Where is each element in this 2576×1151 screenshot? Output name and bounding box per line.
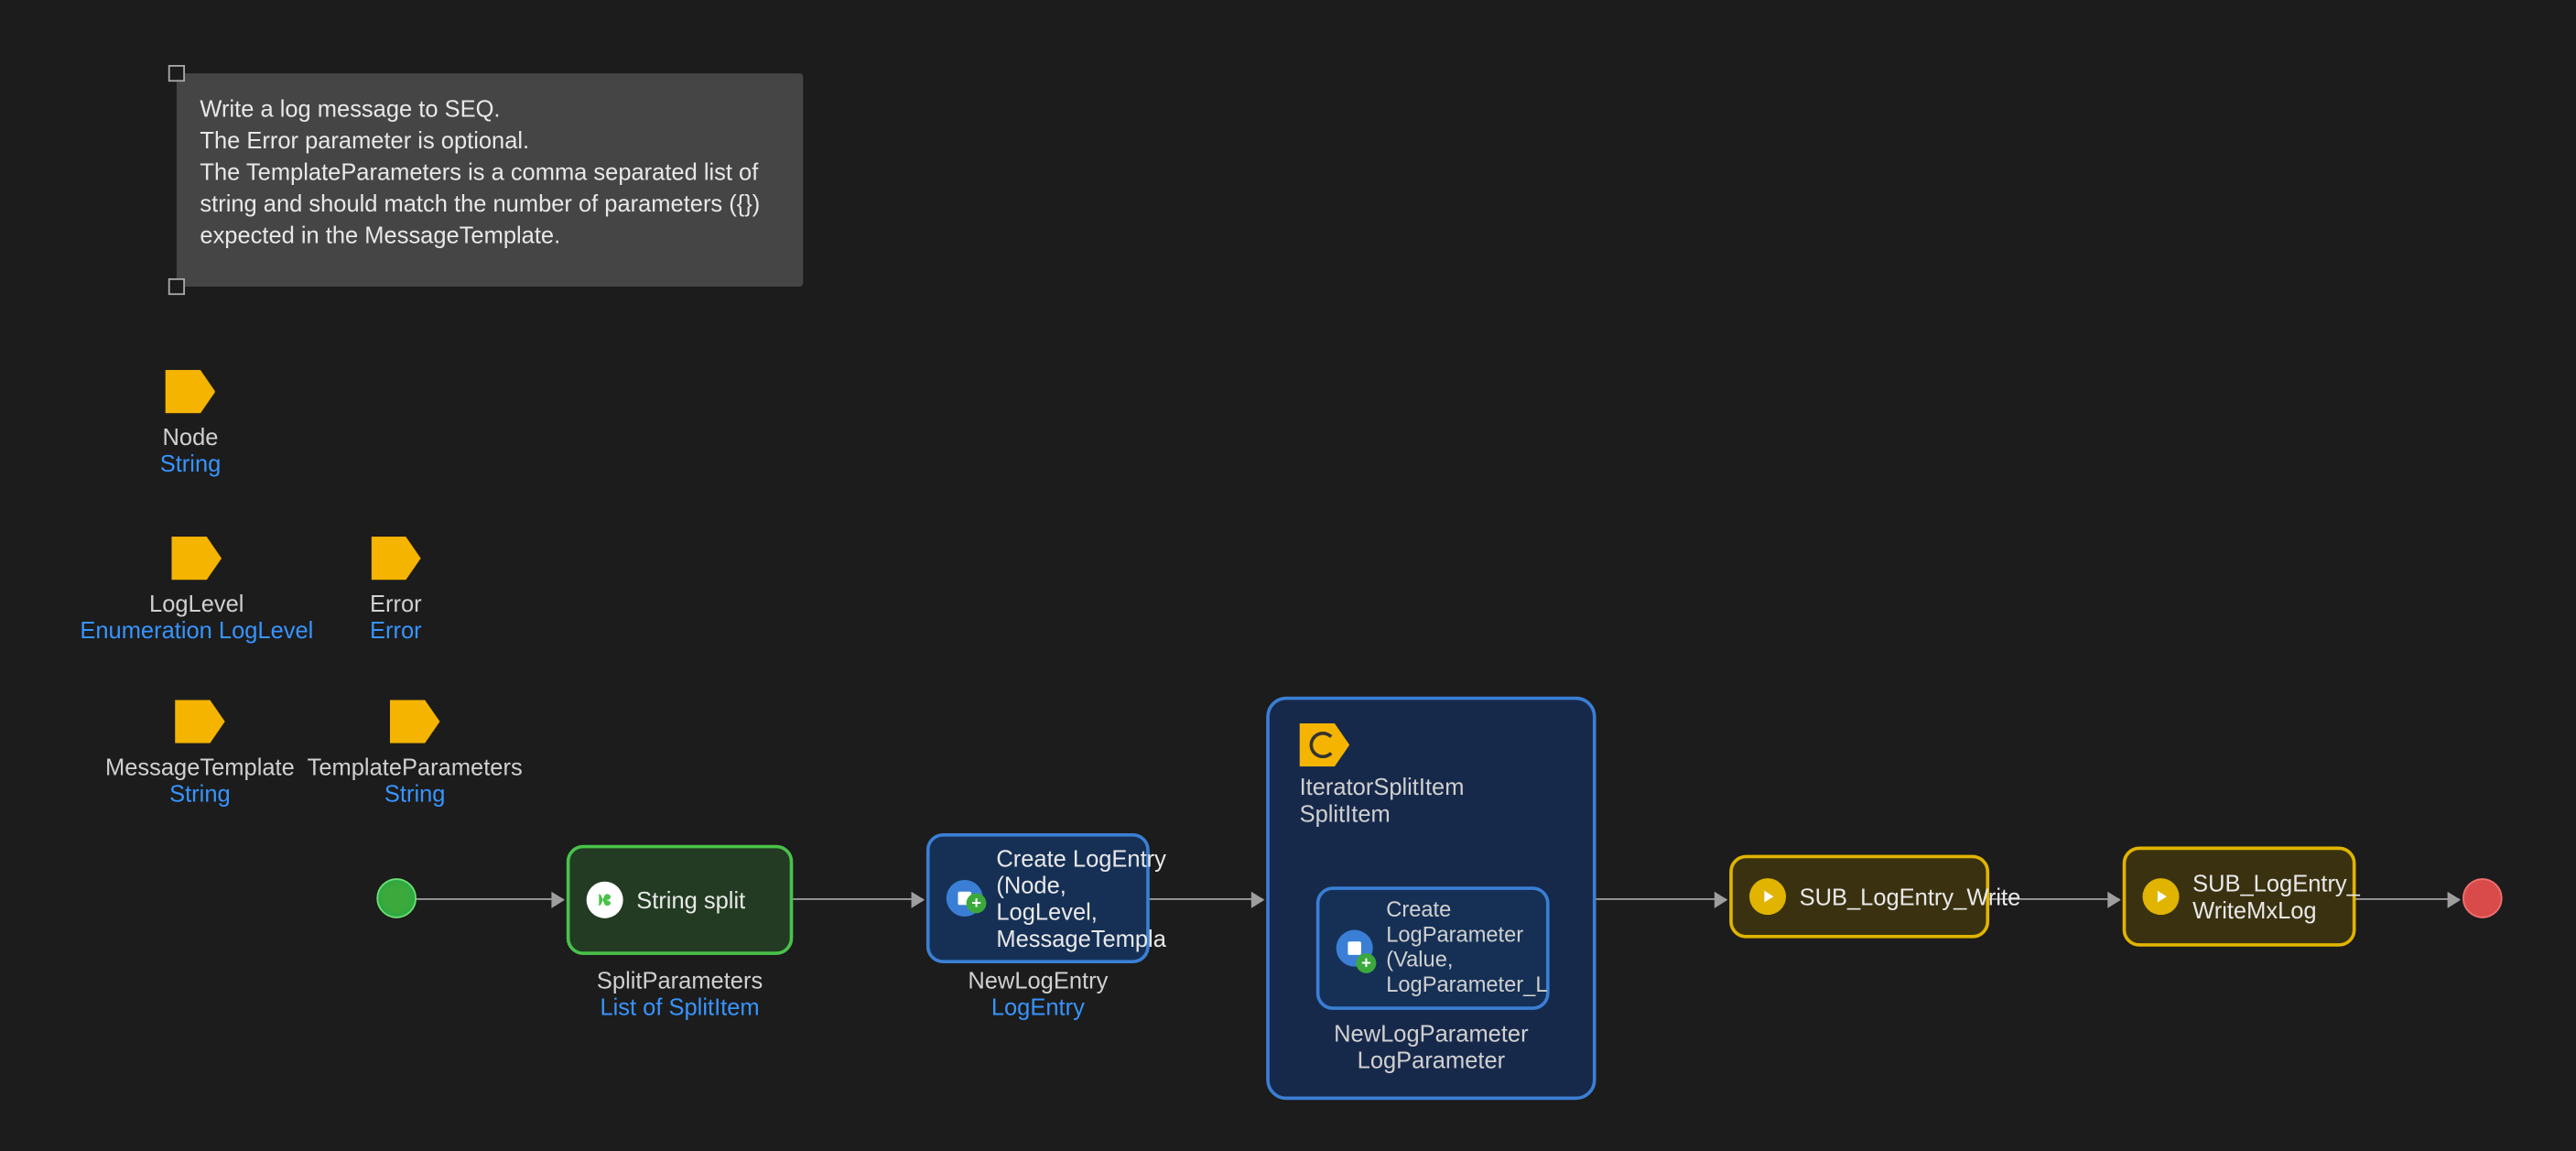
parameter-icon	[166, 370, 216, 413]
output-type: List of SplitItem	[567, 994, 794, 1020]
resize-handle-top-left[interactable]	[168, 65, 185, 81]
param-name: LogLevel	[80, 590, 313, 616]
iterator-type: SplitItem	[1300, 800, 1465, 827]
output-name: SplitParameters	[567, 967, 794, 994]
activity-output: NewLogEntry LogEntry	[926, 967, 1150, 1020]
flow-arrow[interactable]	[2355, 898, 2459, 900]
activity-create-logparameter[interactable]: + Create LogParameter (Value, LogParamet…	[1316, 886, 1550, 1010]
annotation-line: The TemplateParameters is a comma separa…	[200, 157, 779, 251]
activity-sub-logentry-write[interactable]: SUB_LogEntry_Write	[1729, 855, 1989, 939]
annotation-comment[interactable]: Write a log message to SEQ. The Error pa…	[177, 73, 803, 287]
microflow-call-icon	[2143, 878, 2180, 915]
param-name: Error	[370, 590, 422, 616]
activity-label: Create LogParameter (Value, LogParameter…	[1386, 898, 1547, 998]
annotation-line: The Error parameter is optional.	[200, 125, 779, 156]
plus-badge-icon: +	[1356, 953, 1376, 973]
param-templateparameters[interactable]: TemplateParameters String	[307, 700, 524, 806]
param-name: Node	[160, 423, 222, 450]
param-loglevel[interactable]: LogLevel Enumeration LogLevel	[80, 537, 313, 643]
param-name: TemplateParameters	[307, 754, 524, 780]
output-type: LogParameter	[1270, 1047, 1593, 1073]
param-error[interactable]: Error Error	[370, 537, 422, 643]
microflow-call-icon	[1749, 878, 1786, 915]
param-type: String	[100, 780, 299, 807]
annotation-line: Write a log message to SEQ.	[200, 93, 779, 125]
flow-arrow[interactable]	[417, 898, 563, 900]
param-type: Error	[370, 616, 422, 643]
param-messagetemplate[interactable]: MessageTemplate String	[100, 700, 299, 806]
iterator-icon	[1300, 723, 1350, 766]
activity-string-split[interactable]: String split	[567, 845, 794, 955]
end-event[interactable]	[2462, 878, 2503, 918]
parameter-icon	[371, 537, 421, 580]
activity-label: Create LogEntry (Node, LogLevel, Message…	[996, 844, 1166, 951]
flow-arrow[interactable]	[1150, 898, 1263, 900]
parameter-icon	[390, 700, 440, 743]
activity-label: SUB_LogEntry_ WriteMxLog	[2192, 870, 2360, 924]
parameter-icon	[171, 537, 222, 580]
param-node[interactable]: Node String	[160, 370, 222, 476]
activity-label: SUB_LogEntry_Write	[1800, 884, 2021, 910]
start-event[interactable]	[376, 878, 417, 918]
output-name: NewLogParameter	[1270, 1020, 1593, 1047]
activity-output: NewLogParameter LogParameter	[1270, 1020, 1593, 1073]
param-name: MessageTemplate	[100, 754, 299, 780]
param-type: String	[160, 450, 222, 476]
param-type: Enumeration LogLevel	[80, 616, 313, 643]
output-name: NewLogEntry	[926, 967, 1150, 994]
iterator-name: IteratorSplitItem	[1300, 773, 1465, 799]
param-type: String	[307, 780, 524, 807]
resize-handle-bottom-left[interactable]	[168, 278, 185, 295]
loop-iterator: IteratorSplitItem SplitItem	[1300, 723, 1465, 827]
microflow-canvas[interactable]: Write a log message to SEQ. The Error pa…	[0, 0, 2576, 1151]
plus-badge-icon: +	[967, 894, 987, 914]
javaaction-icon	[587, 882, 623, 918]
flow-arrow[interactable]	[793, 898, 923, 900]
output-type: LogEntry	[926, 994, 1150, 1020]
parameter-icon	[175, 700, 225, 743]
flow-arrow[interactable]	[1596, 898, 1726, 900]
activity-loop[interactable]: IteratorSplitItem SplitItem + Create Log…	[1266, 697, 1596, 1100]
activity-label: String split	[636, 886, 745, 913]
activity-output: SplitParameters List of SplitItem	[567, 967, 794, 1020]
activity-sub-logentry-writemxlog[interactable]: SUB_LogEntry_ WriteMxLog	[2123, 847, 2356, 947]
activity-create-logentry[interactable]: + Create LogEntry (Node, LogLevel, Messa…	[926, 833, 1150, 963]
